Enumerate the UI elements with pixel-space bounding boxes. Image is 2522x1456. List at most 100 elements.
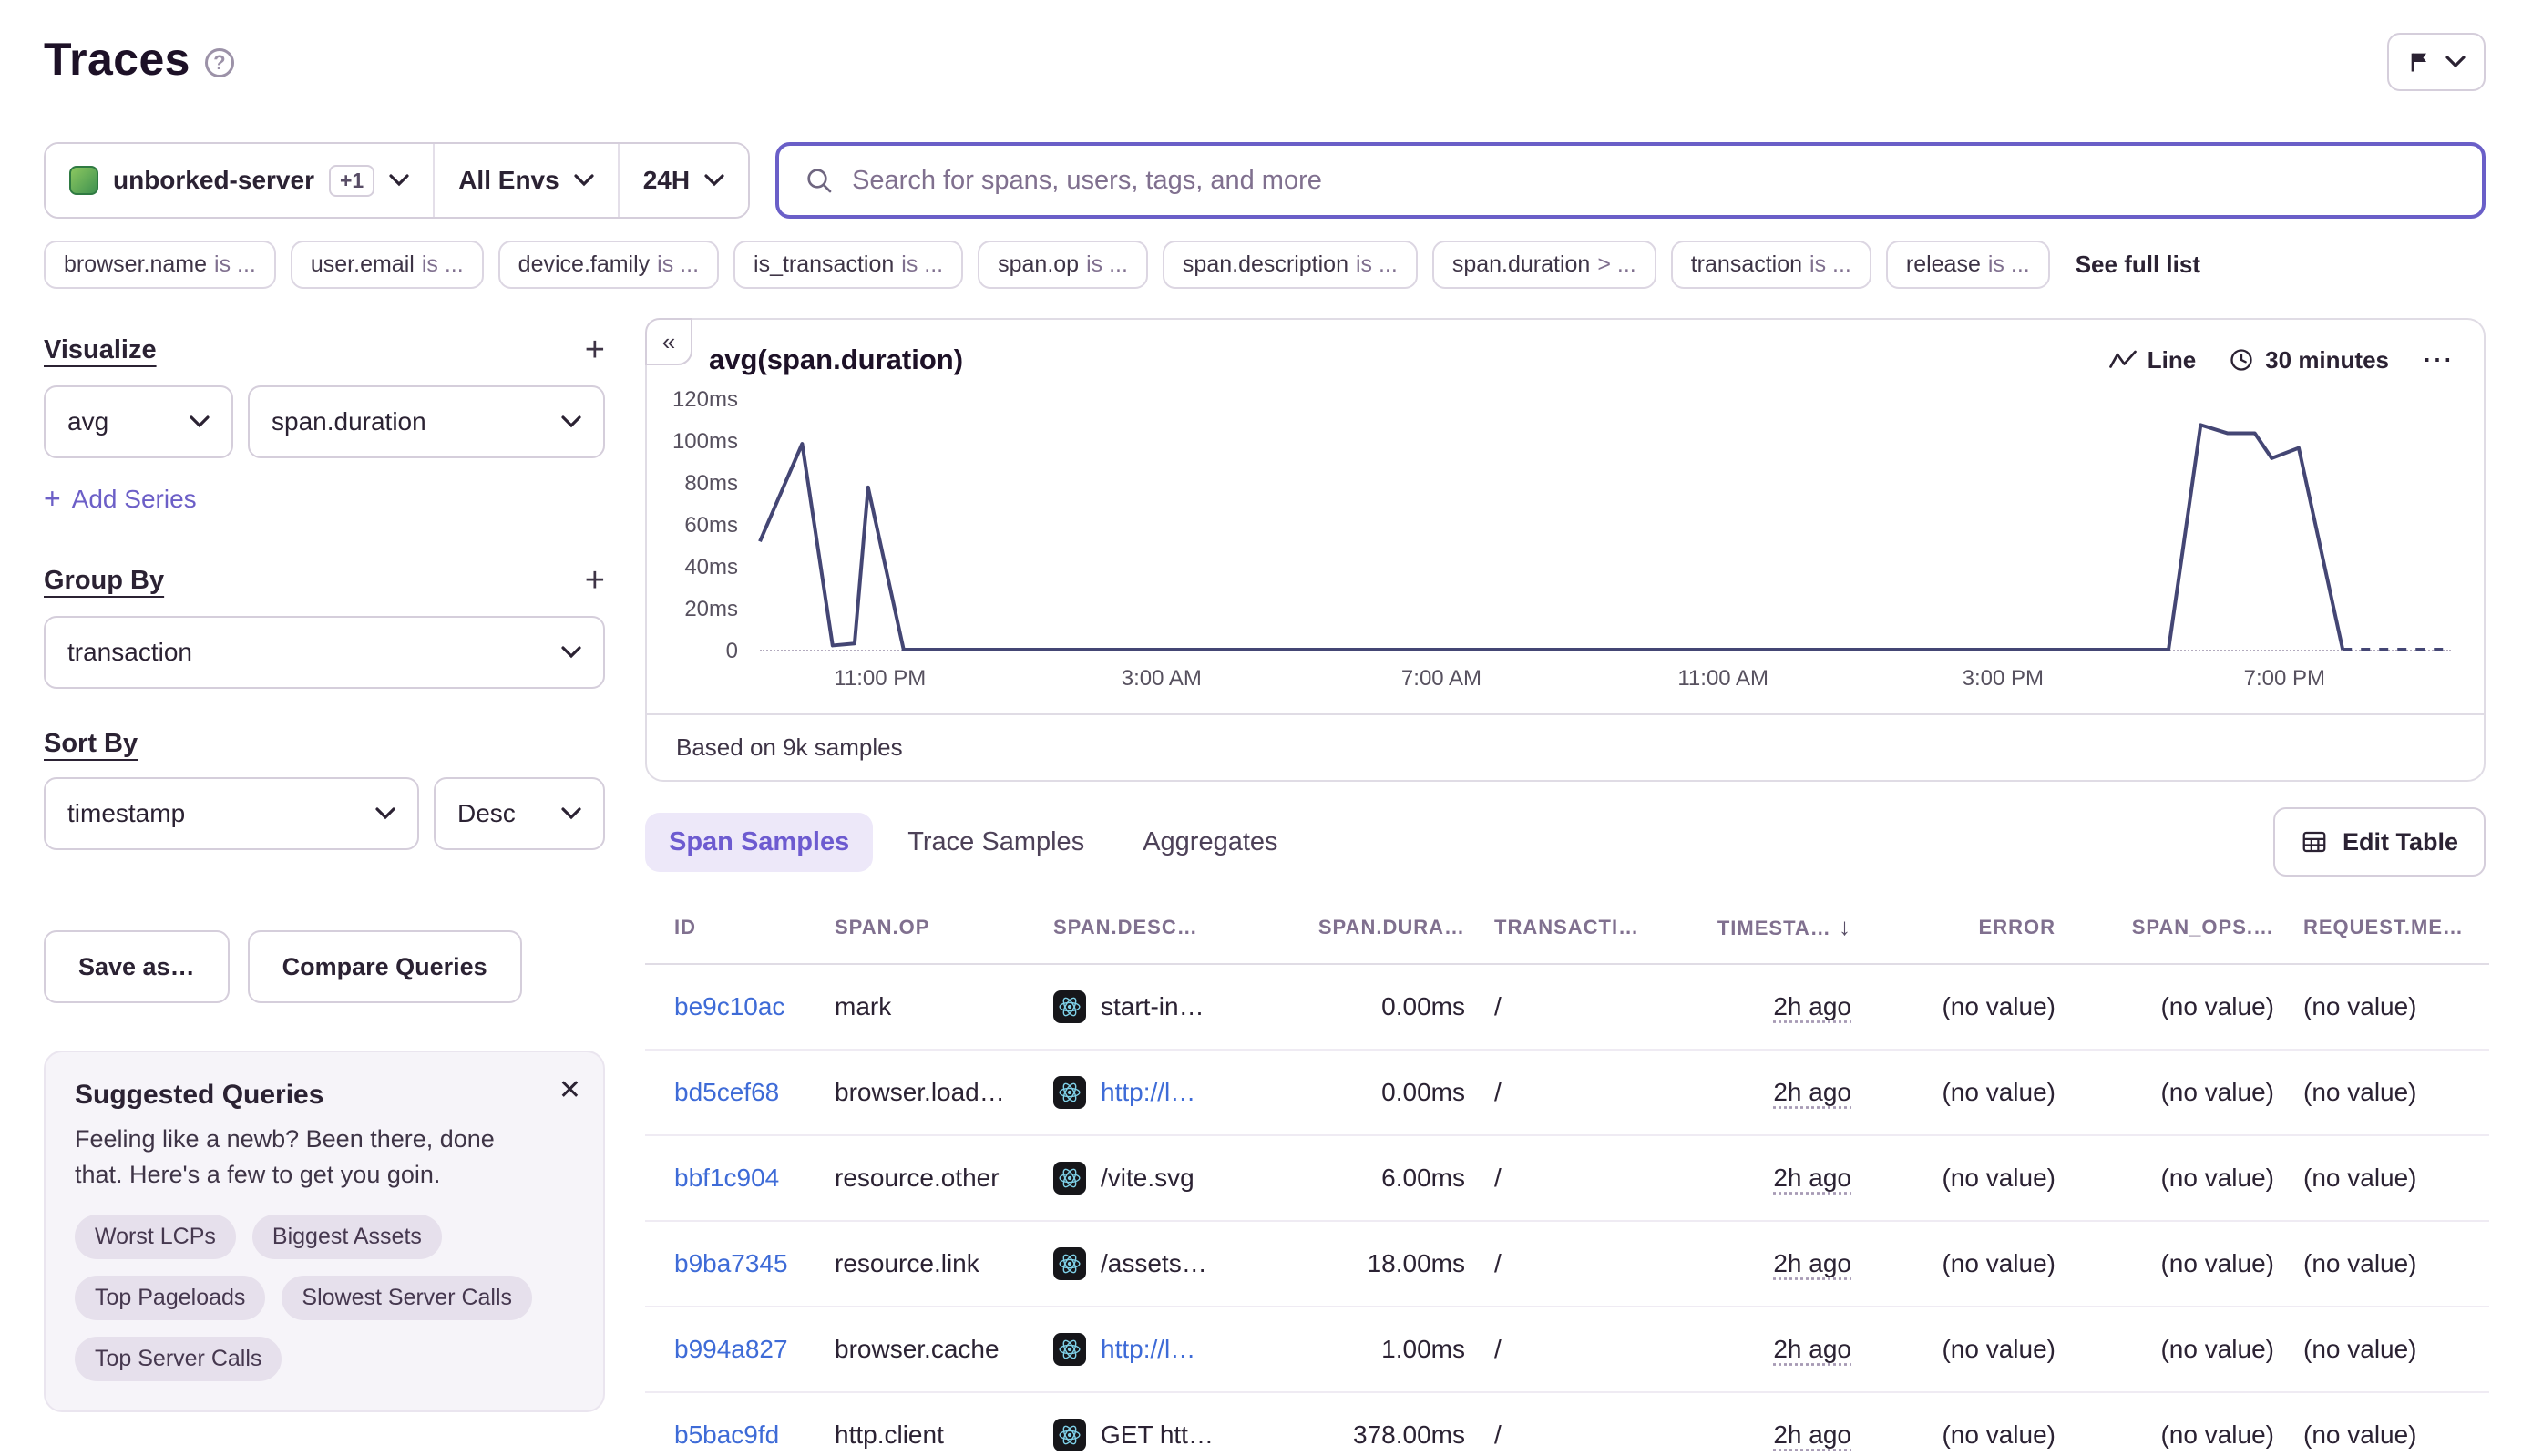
edit-table-button[interactable]: Edit Table: [2273, 807, 2486, 877]
column-header-span_duration[interactable]: SPAN.DURA…: [1272, 891, 1480, 964]
table-row[interactable]: b5bac9fdhttp.clientGET htt…378.00ms/2h a…: [645, 1392, 2489, 1456]
column-header-span_description[interactable]: SPAN.DESC…: [1039, 891, 1272, 964]
filter-chip[interactable]: span.opis ...: [978, 241, 1148, 289]
interval-selector[interactable]: 30 minutes: [2229, 346, 2389, 374]
add-series-button[interactable]: + Add Series: [44, 482, 197, 516]
close-icon[interactable]: ✕: [559, 1074, 581, 1106]
column-header-id[interactable]: ID: [645, 891, 820, 964]
x-axis-tick: 3:00 PM: [1963, 666, 2044, 692]
span-id-link[interactable]: bbf1c904: [674, 1164, 779, 1192]
span-id-link[interactable]: b994a827: [674, 1335, 788, 1363]
help-icon[interactable]: ?: [205, 48, 234, 77]
relative-timestamp[interactable]: 2h ago: [1773, 992, 1851, 1020]
span-description-link[interactable]: http://l…: [1101, 1078, 1195, 1107]
span-id-link[interactable]: be9c10ac: [674, 992, 784, 1020]
y-axis-tick: 100ms: [672, 429, 738, 455]
relative-timestamp[interactable]: 2h ago: [1773, 1420, 1851, 1449]
group-by-select[interactable]: transaction: [44, 616, 605, 689]
span-description-text: /assets…: [1101, 1249, 1207, 1278]
filter-chip[interactable]: browser.nameis ...: [44, 241, 276, 289]
sort-field-select[interactable]: timestamp: [44, 777, 419, 850]
field-value: span.duration: [272, 407, 426, 436]
table-row[interactable]: b9ba7345resource.link/assets…18.00ms/2h …: [645, 1221, 2489, 1307]
field-select[interactable]: span.duration: [248, 385, 605, 458]
cell-error: (no value): [1866, 1050, 2070, 1135]
cell-id: bd5cef68: [645, 1050, 820, 1135]
interval-label: 30 minutes: [2265, 346, 2389, 374]
react-atom-icon: [1053, 1162, 1086, 1195]
span-id-link[interactable]: bd5cef68: [674, 1078, 779, 1106]
chart-plot[interactable]: [760, 400, 2451, 651]
suggested-query-chip[interactable]: Top Pageloads: [75, 1276, 265, 1320]
suggested-query-chip[interactable]: Biggest Assets: [252, 1215, 442, 1259]
add-visualize-button[interactable]: +: [585, 333, 605, 367]
sort-direction-select[interactable]: Desc: [434, 777, 605, 850]
x-axis-tick: 7:00 AM: [1401, 666, 1481, 692]
column-header-timestamp[interactable]: TIMESTA… ↓: [1680, 891, 1866, 964]
column-header-span_op[interactable]: SPAN.OP: [820, 891, 1039, 964]
y-axis-tick: 60ms: [684, 513, 738, 538]
filter-chip[interactable]: device.familyis ...: [498, 241, 719, 289]
date-range-selector[interactable]: 24H: [618, 144, 748, 217]
add-group-by-button[interactable]: +: [585, 563, 605, 598]
cell-span-ops: (no value): [2070, 964, 2289, 1050]
search-bar[interactable]: [775, 142, 2486, 219]
suggested-query-chip[interactable]: Slowest Server Calls: [282, 1276, 532, 1320]
save-as-button[interactable]: Save as…: [44, 930, 230, 1003]
chart-x-axis: 11:00 PM3:00 AM7:00 AM11:00 AM3:00 PM7:0…: [760, 666, 2451, 702]
chart-type-toggle[interactable]: Line: [2109, 346, 2196, 374]
column-header-request_method[interactable]: REQUEST.ME…: [2289, 891, 2489, 964]
tab-span-samples[interactable]: Span Samples: [645, 813, 873, 872]
project-selector[interactable]: unborked-server +1: [46, 144, 433, 217]
cell-timestamp: 2h ago: [1680, 1050, 1866, 1135]
compare-queries-button[interactable]: Compare Queries: [248, 930, 522, 1003]
cell-transaction: /: [1480, 1050, 1680, 1135]
project-name: unborked-server: [113, 166, 314, 195]
tab-trace-samples[interactable]: Trace Samples: [884, 813, 1108, 872]
span-description-text: GET htt…: [1101, 1420, 1214, 1450]
span-description-link[interactable]: http://l…: [1101, 1335, 1195, 1364]
suggested-query-chip[interactable]: Top Server Calls: [75, 1337, 282, 1381]
filter-chip[interactable]: user.emailis ...: [291, 241, 484, 289]
table-row[interactable]: bbf1c904resource.other/vite.svg6.00ms/2h…: [645, 1135, 2489, 1221]
filter-chip[interactable]: span.descriptionis ...: [1163, 241, 1418, 289]
span-id-link[interactable]: b5bac9fd: [674, 1420, 779, 1449]
span-id-link[interactable]: b9ba7345: [674, 1249, 788, 1277]
see-full-list-button[interactable]: See full list: [2065, 241, 2211, 288]
relative-timestamp[interactable]: 2h ago: [1773, 1249, 1851, 1277]
query-controls-row: unborked-server +1 All Envs 24H: [44, 142, 2486, 219]
table-row[interactable]: be9c10acmarkstart-in…0.00ms/2h ago(no va…: [645, 964, 2489, 1050]
relative-timestamp[interactable]: 2h ago: [1773, 1164, 1851, 1192]
filter-chips-row: browser.nameis ... user.emailis ... device…: [44, 241, 2486, 289]
plus-icon: +: [44, 482, 61, 516]
feedback-flag-button[interactable]: [2387, 33, 2486, 91]
cell-span-op: resource.other: [820, 1135, 1039, 1221]
edit-table-label: Edit Table: [2343, 828, 2458, 856]
cell-id: b9ba7345: [645, 1221, 820, 1307]
table-grid-icon: [2301, 828, 2328, 856]
chart-area: 120ms100ms80ms60ms40ms20ms0 11:00 PM3:00…: [661, 400, 2458, 713]
cell-request-method: (no value): [2289, 1307, 2489, 1392]
search-input[interactable]: [852, 166, 2456, 196]
environment-selector[interactable]: All Envs: [433, 144, 617, 217]
relative-timestamp[interactable]: 2h ago: [1773, 1078, 1851, 1106]
suggested-query-chip[interactable]: Worst LCPs: [75, 1215, 236, 1259]
cell-span-description: http://l…: [1039, 1307, 1272, 1392]
column-header-transaction[interactable]: TRANSACTI…: [1480, 891, 1680, 964]
filter-chip[interactable]: is_transactionis ...: [733, 241, 963, 289]
collapse-sidebar-icon[interactable]: «: [645, 318, 692, 365]
column-header-error[interactable]: ERROR: [1866, 891, 2070, 964]
filter-chip[interactable]: span.duration> ...: [1432, 241, 1656, 289]
aggregate-select[interactable]: avg: [44, 385, 233, 458]
x-axis-tick: 7:00 PM: [2244, 666, 2325, 692]
tab-aggregates[interactable]: Aggregates: [1119, 813, 1301, 872]
react-atom-icon: [1053, 1419, 1086, 1451]
relative-timestamp[interactable]: 2h ago: [1773, 1335, 1851, 1363]
cell-transaction: /: [1480, 1221, 1680, 1307]
filter-chip[interactable]: releaseis ...: [1886, 241, 2050, 289]
column-header-span_ops[interactable]: SPAN_OPS.…: [2070, 891, 2289, 964]
table-row[interactable]: b994a827browser.cachehttp://l…1.00ms/2h …: [645, 1307, 2489, 1392]
table-row[interactable]: bd5cef68browser.load…http://l…0.00ms/2h …: [645, 1050, 2489, 1135]
filter-chip[interactable]: transactionis ...: [1671, 241, 1871, 289]
chart-options-icon[interactable]: ⋯: [2422, 342, 2455, 378]
